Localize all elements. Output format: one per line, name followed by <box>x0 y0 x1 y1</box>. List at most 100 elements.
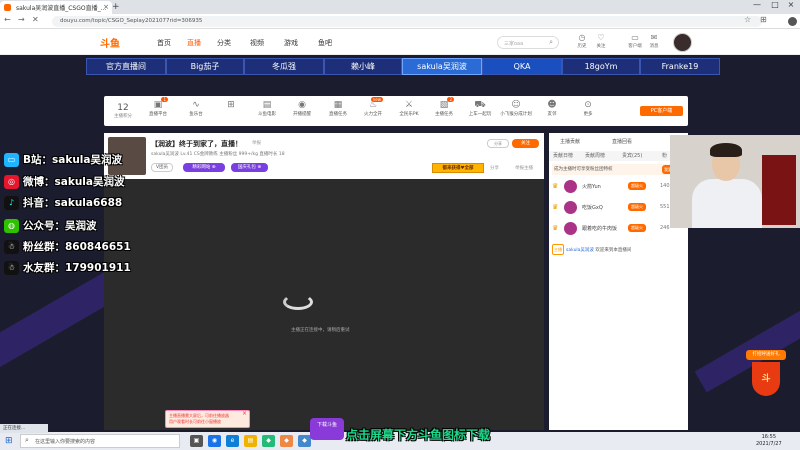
tip-popup: 主播直播需大屏后，可前往播放器 用户观看时长可前往小窗播放 × <box>165 410 250 428</box>
search-input[interactable]: 三家oaa ⌕ <box>497 36 559 49</box>
close-tab-icon[interactable]: × <box>103 3 109 11</box>
user-avatar[interactable] <box>673 33 692 52</box>
tab-vip[interactable]: 贵宾(25) <box>622 152 642 159</box>
toolbar-music[interactable]: ∿ 鱼乐台 <box>180 99 212 117</box>
rank-row[interactable]: ♛ 火箭Yun 超级火 1405 <box>552 178 684 198</box>
tab-fans[interactable]: 粉 <box>662 152 667 159</box>
toolbar-more[interactable]: ⊙ 更多 <box>572 99 604 117</box>
windows-start-icon[interactable]: ⊞ <box>5 436 13 446</box>
share-button[interactable]: 分享 <box>487 139 509 148</box>
rewards-button[interactable]: 都来获得♥全部 <box>432 163 484 173</box>
avatar <box>564 201 577 214</box>
edge-icon[interactable]: e <box>226 435 239 447</box>
toolbar-anchor-task[interactable]: ▧ 主播任务 2 <box>428 97 460 117</box>
toolbar-friends[interactable]: ☻ 友邻 <box>536 99 568 117</box>
app-icon[interactable]: ◆ <box>280 435 293 447</box>
qq-icon: ☃ <box>4 260 19 275</box>
toolbar-label: 火力全开 <box>364 112 382 117</box>
chat-username[interactable]: sakula吴润波 <box>566 248 594 253</box>
message-button[interactable]: ✉ 消息 <box>645 33 663 49</box>
toolbar-gift[interactable]: ⊞ <box>215 99 247 111</box>
client-button[interactable]: ▭ 客户端 <box>626 33 644 49</box>
close-window-icon[interactable]: × <box>782 0 800 9</box>
report-anchor-link[interactable]: 举报主播 <box>515 165 533 171</box>
share-link[interactable]: 分享 <box>490 165 499 171</box>
nav-yuba[interactable]: 鱼吧 <box>318 38 332 48</box>
close-icon[interactable]: × <box>242 411 247 417</box>
new-tab-icon[interactable]: + <box>112 2 120 12</box>
medal-icon: ♛ <box>552 224 559 232</box>
tab-weekly-rank[interactable]: 贡献周榜 <box>585 152 605 159</box>
toolbar-monkey[interactable]: ☺ 小飞猴分成计划 <box>500 99 532 117</box>
room-meta: sakula吴润波 Lv.41 CS金牌教练 主播粉丝 999+/kg 直播时长… <box>151 152 285 157</box>
browser-tab[interactable]: sakula吴润波直播_CSGO直播_... × <box>0 1 112 14</box>
gift-pack-tag[interactable]: 国庆礼包 ⊕ <box>231 163 268 172</box>
minimize-icon[interactable]: — <box>748 0 766 9</box>
toolbar-fire[interactable]: ♨ 火力全开 new <box>357 97 389 117</box>
extensions-icon[interactable]: ⊞ <box>760 15 767 24</box>
search-icon[interactable]: ⌕ <box>549 38 553 47</box>
nav-video[interactable]: 视频 <box>250 38 264 48</box>
banner-text: 成为主播时可享受粉丝团特权 <box>554 167 613 172</box>
friend-link[interactable]: 冬瓜强 <box>244 58 324 75</box>
nav-home[interactable]: 首页 <box>157 38 171 48</box>
pc-client-button[interactable]: PC客户端 <box>640 106 683 116</box>
nav-game[interactable]: 游戏 <box>284 38 298 48</box>
rank-row[interactable]: ♛ 跟着吃的牛肉饭 超级火 246 <box>552 220 684 240</box>
douyu-logo[interactable]: 斗鱼 <box>100 35 120 50</box>
clock-icon: ◷ <box>578 33 586 42</box>
friend-link[interactable]: 18goYm <box>562 58 640 75</box>
tab-daily-rank[interactable]: 贡献日榜 <box>553 152 573 159</box>
friend-link[interactable]: 官方直播间 <box>86 58 166 75</box>
toolbar-label: 上车一起玩 <box>468 112 492 117</box>
loading-text: 主播正在连接中，请稍后重试 <box>291 328 350 333</box>
toolbar-label: 开播提醒 <box>293 112 311 117</box>
tab-replay[interactable]: 直播回看 <box>612 138 632 145</box>
event-tag[interactable]: 精彩网站 ⊕ <box>183 163 225 172</box>
social-bilibili: ▭ B站：sakula吴润波 <box>4 152 164 170</box>
streamer-hair <box>710 143 742 157</box>
back-icon[interactable]: ← <box>4 15 11 24</box>
friend-link[interactable]: Franke19 <box>640 58 720 75</box>
app-icon[interactable]: ◆ <box>262 435 275 447</box>
history-button[interactable]: ◷ 历史 <box>573 33 591 49</box>
friend-link-active[interactable]: sakula吴润波 <box>402 58 482 75</box>
toolbar-pk[interactable]: ⚔ 全民乐PK <box>393 99 425 117</box>
chrome-icon[interactable]: ◉ <box>208 435 221 447</box>
nav-live[interactable]: 直播 <box>187 38 201 48</box>
toolbar-reminder[interactable]: ◉ 开播提醒 <box>286 99 318 117</box>
toolbar-task[interactable]: ▦ 直播任务 <box>322 99 354 117</box>
tab-contribution[interactable]: 主播贡献 <box>560 138 580 145</box>
profile-avatar[interactable] <box>788 17 797 26</box>
forward-icon[interactable]: → <box>18 15 25 24</box>
date: 2021/7/27 <box>756 441 782 447</box>
rank-name: 跟着吃的牛肉饭 <box>582 226 618 232</box>
rank-row[interactable]: ♛ 吃饭GxQ 超级火 551 <box>552 199 684 219</box>
follow-anchor-button[interactable]: 关注 <box>512 139 539 148</box>
follow-button[interactable]: ♡ 关注 <box>592 33 610 49</box>
download-mascot[interactable]: 下载斗鱼 <box>310 418 344 440</box>
friend-link[interactable]: QKA <box>482 58 562 75</box>
friend-link[interactable]: 赖小峰 <box>324 58 402 75</box>
taskbar-search-input[interactable]: ⌕ 在这里输入你要搜索的内容 <box>20 434 180 448</box>
toolbar-platform[interactable]: ▣ 直播平台 1 <box>142 97 174 117</box>
avatar <box>564 222 577 235</box>
task-view-icon[interactable]: ▣ <box>190 435 203 447</box>
bookmark-icon[interactable]: ☆ <box>744 15 751 24</box>
url-input[interactable]: douyu.com/topic/CSGO_Seplay2021077rid=30… <box>52 16 762 27</box>
rank-score: 246 <box>660 225 670 231</box>
time: 16:55 <box>761 434 777 440</box>
favicon-icon <box>4 4 11 11</box>
report-link[interactable]: 举报 <box>252 140 261 146</box>
social-fan-group: ☃ 粉丝群：860846651 <box>4 239 164 257</box>
gift-widget[interactable]: 打招呼送好礼斗 <box>746 350 786 398</box>
toolbar-movie[interactable]: ▤ 斗鱼电影 <box>251 99 283 117</box>
reload-icon[interactable]: ✕ <box>32 15 39 24</box>
nav-category[interactable]: 分类 <box>217 38 231 48</box>
file-explorer-icon[interactable]: ▤ <box>244 435 257 447</box>
monkey-icon: ☺ <box>511 100 521 110</box>
follow-label: 关注 <box>596 44 606 49</box>
toolbar-car[interactable]: ⛟ 上车一起玩 <box>464 99 496 117</box>
friend-link[interactable]: Big茄子 <box>166 58 244 75</box>
app-icon[interactable]: ◆ <box>298 435 311 447</box>
